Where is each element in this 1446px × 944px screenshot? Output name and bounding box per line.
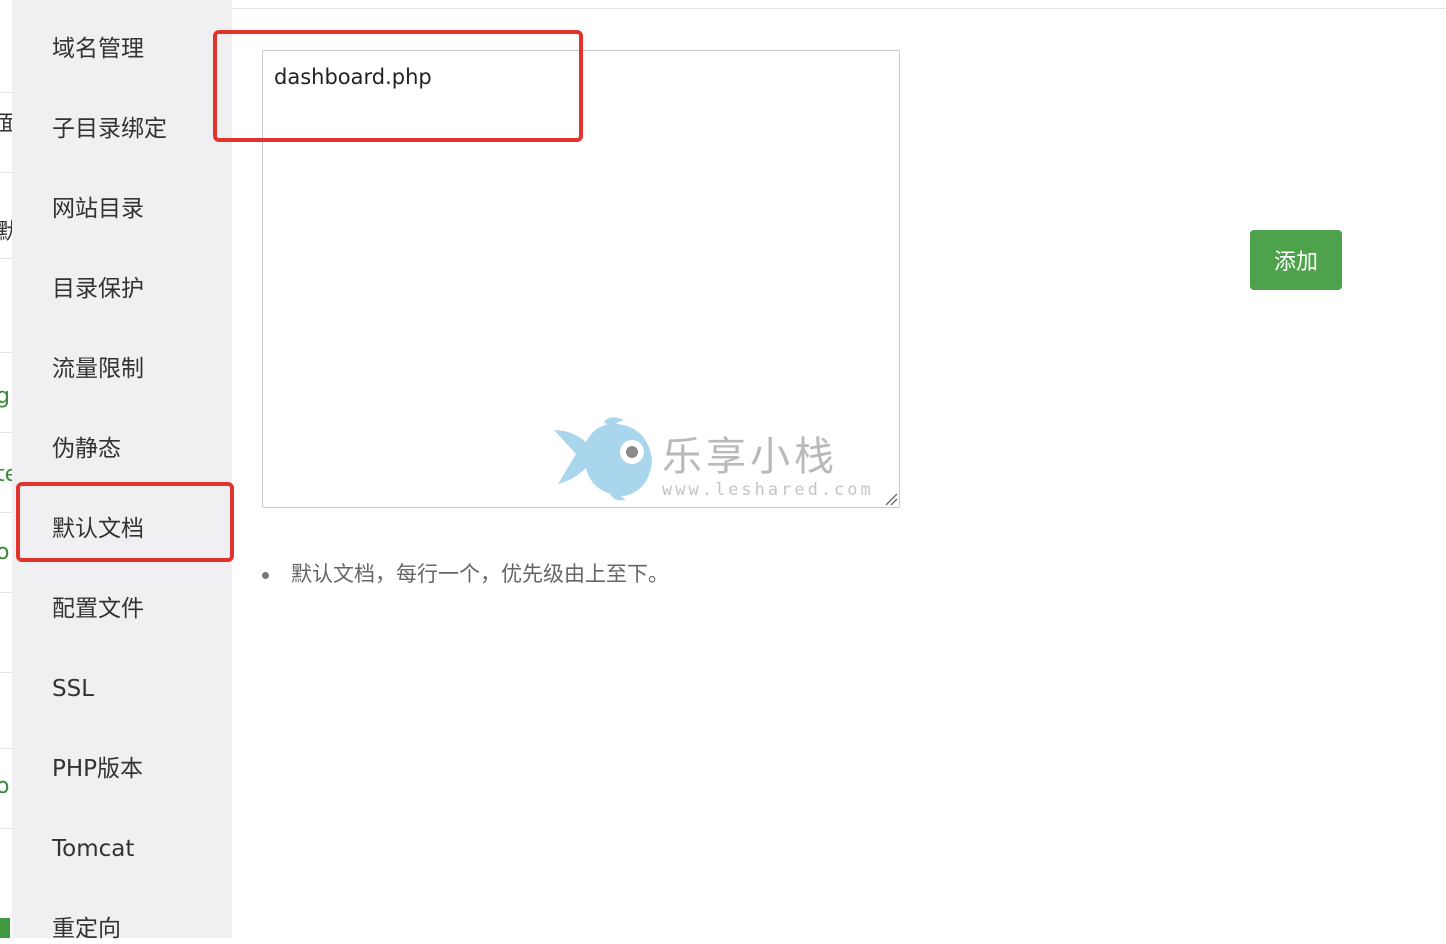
edge-fragment: o xyxy=(0,540,10,565)
sidebar-item-dir-protect[interactable]: 目录保护 xyxy=(52,274,144,304)
top-divider xyxy=(232,8,1446,9)
sidebar-item-subdir-bind[interactable]: 子目录绑定 xyxy=(52,114,167,144)
watermark: 乐享小栈 www.leshared.com xyxy=(552,416,882,506)
edge-green-bar xyxy=(0,918,10,938)
edge-fragment: o xyxy=(0,774,10,799)
resize-grip-icon[interactable] xyxy=(884,492,898,506)
settings-sidebar: 域名管理 子目录绑定 网站目录 目录保护 流量限制 伪静态 默认文档 配置文件 … xyxy=(12,0,232,942)
sidebar-item-default-doc[interactable]: 默认文档 xyxy=(52,514,144,544)
hint-text: 默认文档，每行一个，优先级由上至下。 xyxy=(291,562,669,586)
sidebar-item-redirect[interactable]: 重定向 xyxy=(52,914,121,944)
sidebar-item-ssl[interactable]: SSL xyxy=(52,674,94,704)
sidebar-item-php-version[interactable]: PHP版本 xyxy=(52,754,143,784)
sidebar-item-traffic-limit[interactable]: 流量限制 xyxy=(52,354,144,384)
fish-logo-icon xyxy=(554,417,652,501)
bullet-icon xyxy=(262,571,269,579)
edge-fragment: te xyxy=(0,462,12,487)
sidebar-item-domain[interactable]: 域名管理 xyxy=(52,34,144,64)
watermark-title: 乐享小栈 xyxy=(662,434,838,480)
sidebar-item-site-dir[interactable]: 网站目录 xyxy=(52,194,144,224)
sidebar-item-rewrite[interactable]: 伪静态 xyxy=(52,434,121,464)
sidebar-item-config-file[interactable]: 配置文件 xyxy=(52,594,144,624)
edge-fragment: 面 xyxy=(0,112,12,137)
edge-fragment: 默 xyxy=(0,220,12,245)
sidebar-item-tomcat[interactable]: Tomcat xyxy=(52,834,134,864)
watermark-url: www.leshared.com xyxy=(662,480,874,500)
background-page-edge: 面 默 g. te o o xyxy=(0,0,12,938)
default-doc-hint: 默认文档，每行一个，优先级由上至下。 xyxy=(262,558,669,588)
edge-fragment: g. xyxy=(0,384,12,409)
add-button[interactable]: 添加 xyxy=(1250,230,1342,290)
